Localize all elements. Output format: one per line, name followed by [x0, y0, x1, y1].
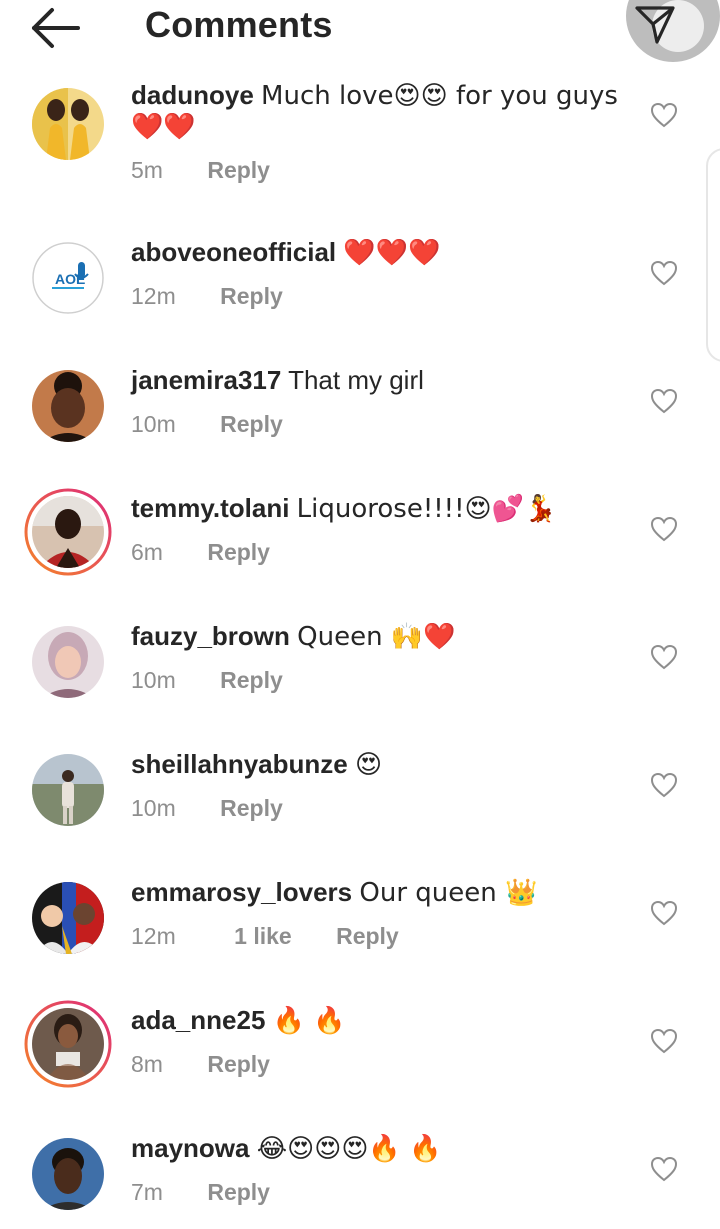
heart-outline-icon[interactable]	[650, 516, 678, 542]
heart-outline-icon[interactable]	[650, 388, 678, 414]
reply-button[interactable]: Reply	[207, 539, 270, 565]
avatar[interactable]	[32, 754, 104, 826]
comment-meta: 10m Reply	[131, 667, 283, 694]
side-panel-edge[interactable]	[706, 148, 720, 362]
comment-username[interactable]: fauzy_brown	[131, 621, 290, 651]
avatar[interactable]	[32, 370, 104, 442]
reply-button[interactable]: Reply	[220, 667, 283, 693]
avatar-story-ring[interactable]	[24, 1000, 112, 1088]
comment-time: 10m	[131, 411, 176, 437]
like-count[interactable]: 1 like	[234, 923, 292, 949]
comment-username[interactable]: ada_nne25	[131, 1005, 265, 1035]
comment-meta: 8m Reply	[131, 1051, 270, 1078]
comment-meta: 12m 1 like Reply	[131, 923, 399, 950]
comment-body: Much love😍😍 for you guys	[261, 81, 618, 111]
comment-body: Liquorose!!!!😍💕💃	[296, 494, 557, 524]
heart-outline-icon[interactable]	[650, 644, 678, 670]
comment-time: 5m	[131, 157, 163, 183]
header-bar: Comments	[0, 0, 720, 62]
reply-button[interactable]: Reply	[207, 157, 270, 183]
comment-body: Our queen 👑	[359, 878, 538, 908]
comment-text: temmy.tolani Liquorose!!!!😍💕💃	[131, 493, 631, 524]
comment-time: 7m	[131, 1179, 163, 1205]
avatar[interactable]	[32, 1138, 104, 1210]
comment-meta: 5m Reply	[131, 157, 270, 184]
comment-text: dadunoye Much love😍😍 for you guys ❤️❤️	[131, 80, 631, 142]
heart-outline-icon[interactable]	[650, 1156, 678, 1182]
comment-username[interactable]: dadunoye	[131, 80, 254, 110]
comment-text: sheillahnyabunze 😍	[131, 749, 631, 780]
comment-body: Queen 🙌❤️	[297, 622, 456, 652]
comment-body: 😂😍😍😍🔥 🔥	[256, 1134, 442, 1164]
avatar-story-ring[interactable]	[24, 488, 112, 576]
heart-outline-icon[interactable]	[650, 900, 678, 926]
comment-time: 8m	[131, 1051, 163, 1077]
reply-button[interactable]: Reply	[220, 795, 283, 821]
avatar[interactable]: AOE	[32, 242, 104, 314]
avatar[interactable]	[32, 496, 104, 568]
reply-button[interactable]: Reply	[220, 283, 283, 309]
comment-meta: 10m Reply	[131, 411, 283, 438]
comment-text: maynowa 😂😍😍😍🔥 🔥	[131, 1133, 631, 1164]
comment-text: emmarosy_lovers Our queen 👑	[131, 877, 631, 908]
comment-body: ❤️❤️❤️	[343, 238, 441, 268]
comment-username[interactable]: janemira317	[131, 365, 281, 395]
heart-outline-icon[interactable]	[650, 1028, 678, 1054]
comment-time: 12m	[131, 923, 176, 949]
avatar[interactable]	[32, 882, 104, 954]
comment-text: fauzy_brown Queen 🙌❤️	[131, 621, 631, 652]
comment-meta: 12m Reply	[131, 283, 283, 310]
comment-time: 12m	[131, 283, 176, 309]
comment-username[interactable]: aboveoneofficial	[131, 237, 336, 267]
reply-button[interactable]: Reply	[336, 923, 399, 949]
comment-text: janemira317 That my girl	[131, 365, 631, 395]
comment-time: 6m	[131, 539, 163, 565]
back-arrow-icon[interactable]	[30, 6, 82, 50]
comment-username[interactable]: sheillahnyabunze	[131, 749, 348, 779]
comment-text: ada_nne25 🔥 🔥	[131, 1005, 631, 1036]
comment-body: 😍	[354, 750, 383, 780]
paper-plane-icon[interactable]	[633, 2, 677, 46]
comment-body: That my girl	[288, 365, 424, 395]
comment-body: 🔥 🔥	[272, 1006, 346, 1036]
heart-outline-icon[interactable]	[650, 772, 678, 798]
heart-outline-icon[interactable]	[650, 102, 678, 128]
comment-body-line2: ❤️❤️	[131, 112, 196, 142]
comment-meta: 10m Reply	[131, 795, 283, 822]
comment-username[interactable]: temmy.tolani	[131, 493, 289, 523]
comment-text: aboveoneofficial ❤️❤️❤️	[131, 237, 631, 268]
comment-username[interactable]: maynowa	[131, 1133, 250, 1163]
reply-button[interactable]: Reply	[207, 1051, 270, 1077]
avatar[interactable]	[32, 1008, 104, 1080]
comment-meta: 6m Reply	[131, 539, 270, 566]
comment-username[interactable]: emmarosy_lovers	[131, 877, 352, 907]
heart-outline-icon[interactable]	[650, 260, 678, 286]
avatar[interactable]	[32, 88, 104, 160]
comment-time: 10m	[131, 667, 176, 693]
page-title: Comments	[145, 4, 333, 45]
comment-meta: 7m Reply	[131, 1179, 270, 1206]
reply-button[interactable]: Reply	[207, 1179, 270, 1205]
avatar[interactable]	[32, 626, 104, 698]
reply-button[interactable]: Reply	[220, 411, 283, 437]
comment-time: 10m	[131, 795, 176, 821]
